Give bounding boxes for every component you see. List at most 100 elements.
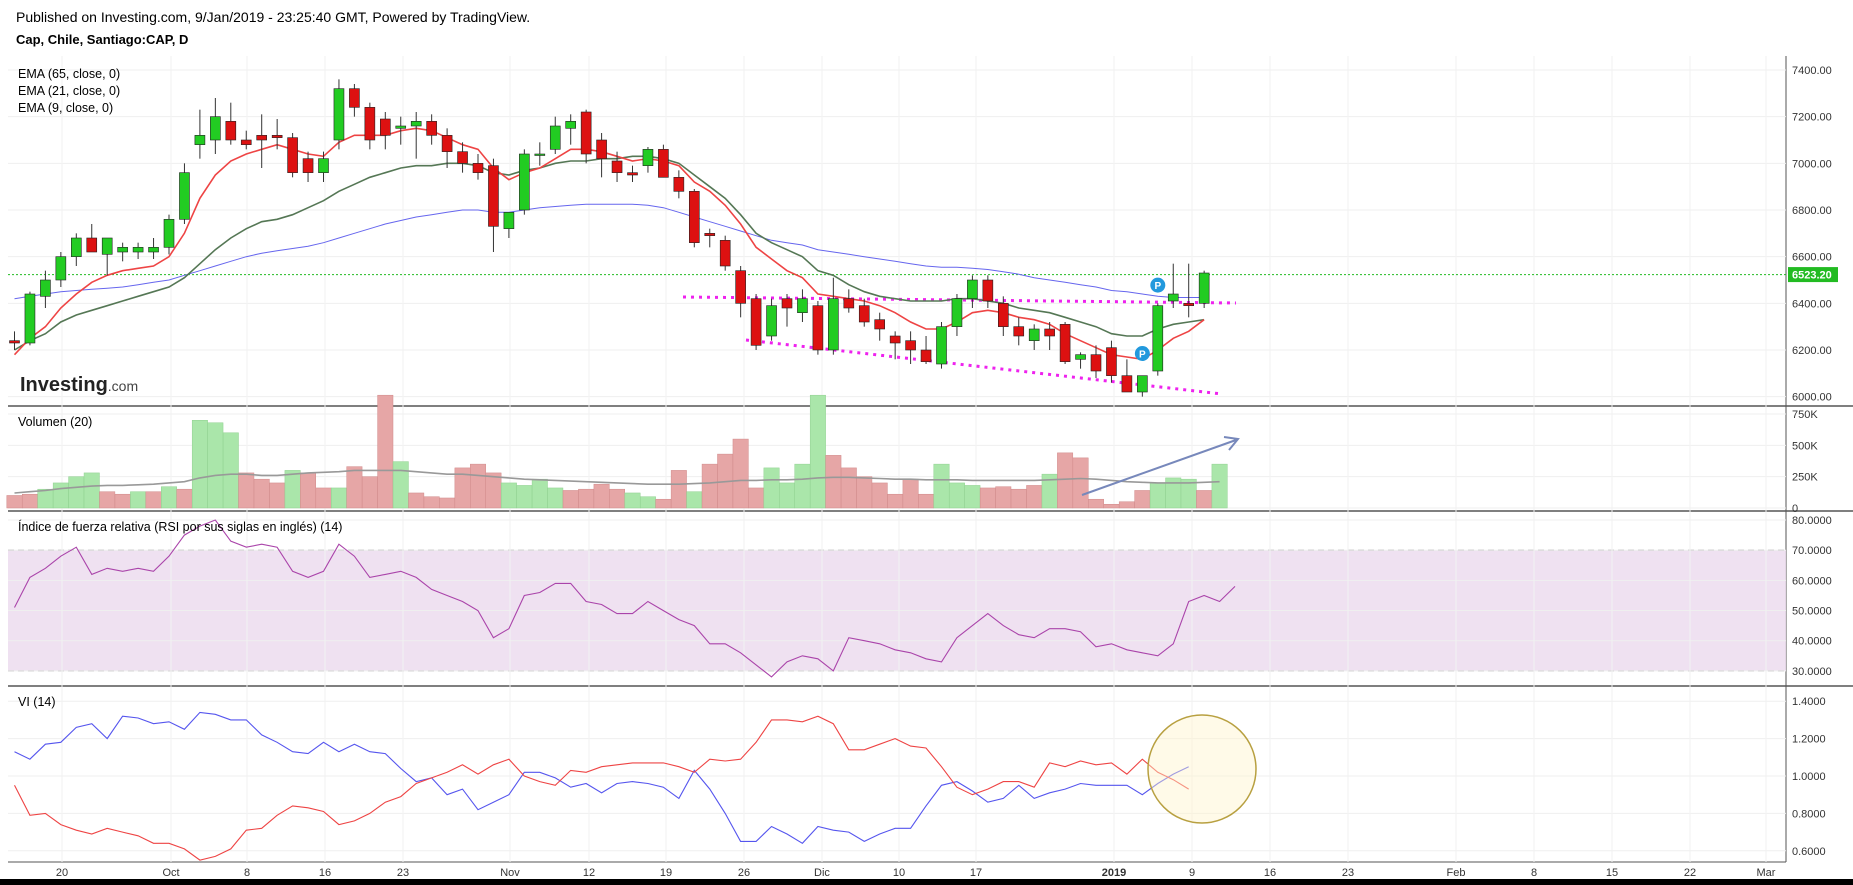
chart-canvas[interactable]: 7400.00 7200.00 7000.00 6800.00 6600.00 6400.… xyxy=(0,0,1853,879)
candle-body xyxy=(302,158,314,173)
candle xyxy=(719,235,731,271)
x-tick-6: 12 xyxy=(583,867,595,879)
rsi-tick-4: 40.0000 xyxy=(1792,636,1832,648)
candle-body xyxy=(688,191,700,243)
candle xyxy=(117,242,128,262)
candle xyxy=(40,270,51,308)
volume-bar xyxy=(531,478,548,509)
volume-bar xyxy=(871,482,888,509)
candle-body xyxy=(441,135,453,152)
candle-body xyxy=(843,298,855,309)
candle-body xyxy=(549,125,561,150)
volume-bar xyxy=(1103,503,1120,509)
vi-tick-0: 1.4000 xyxy=(1792,696,1826,708)
rsi-tick-5: 30.0000 xyxy=(1792,666,1832,678)
candle-body xyxy=(395,125,407,129)
volume-bar xyxy=(825,455,842,509)
volume-bar xyxy=(655,498,672,509)
candle xyxy=(1075,352,1086,369)
candle xyxy=(86,224,98,253)
x-tick-0: 20 xyxy=(56,867,68,879)
candle-body xyxy=(132,247,144,253)
candle-body xyxy=(627,172,638,176)
candle-body xyxy=(658,149,669,178)
volume-bar xyxy=(423,496,440,509)
p-marker: P xyxy=(1150,277,1166,293)
logo-brand: Investing xyxy=(20,374,108,396)
candle xyxy=(797,289,808,322)
x-tick-2: 8 xyxy=(244,867,250,879)
volume-bar xyxy=(964,485,981,509)
ema65-series xyxy=(14,203,1205,300)
volume-bar xyxy=(1010,488,1027,509)
candle-body xyxy=(797,298,808,313)
candle-body xyxy=(240,139,252,145)
volume-bar xyxy=(68,476,85,509)
candle-body xyxy=(534,153,546,156)
candle-body xyxy=(1198,272,1210,304)
candle-body xyxy=(1152,305,1164,372)
volume-bar xyxy=(331,487,347,509)
volume-bar xyxy=(439,497,456,509)
candle xyxy=(179,163,190,224)
vi-minus-line xyxy=(14,715,1189,861)
candle-body xyxy=(905,340,916,351)
candle-body xyxy=(982,279,994,302)
volume-bar xyxy=(99,491,116,509)
ema65-line xyxy=(14,203,1205,300)
price-tick-0: 7400.00 xyxy=(1792,65,1832,77)
volume-bar xyxy=(670,470,687,509)
candle-body xyxy=(148,247,159,253)
x-tick-9: Dic xyxy=(814,867,830,879)
candle xyxy=(240,130,252,150)
candle-body xyxy=(379,118,391,136)
candle-body xyxy=(997,303,1009,327)
candle-body xyxy=(24,293,36,344)
volume-tick-1: 500K xyxy=(1792,440,1818,452)
candle-body xyxy=(86,237,98,253)
candle xyxy=(611,151,623,182)
candle xyxy=(519,149,530,215)
candle xyxy=(658,144,669,178)
x-tick-17: 8 xyxy=(1531,867,1537,879)
volume-bar xyxy=(779,482,795,509)
x-tick-15: 23 xyxy=(1342,867,1354,879)
rsi-tick-0: 80.0000 xyxy=(1792,515,1832,527)
x-tick-20: Mar xyxy=(1757,867,1776,879)
vi-circle-annotation[interactable] xyxy=(1147,714,1257,824)
logo-suffix: .com xyxy=(108,378,138,394)
candle-body xyxy=(828,298,839,351)
vi-tick-3: 0.8000 xyxy=(1792,808,1826,820)
candle xyxy=(349,84,360,117)
x-tick-3: 16 xyxy=(319,867,331,879)
candle xyxy=(874,312,886,341)
price-tick-5: 6400.00 xyxy=(1792,298,1832,310)
candle-body xyxy=(812,305,824,351)
candle xyxy=(1167,263,1179,308)
x-tick-13: 9 xyxy=(1189,867,1195,879)
candle xyxy=(750,294,762,350)
volume-bar xyxy=(902,478,919,509)
candle-body xyxy=(611,160,623,173)
x-tick-18: 15 xyxy=(1606,867,1618,879)
volume-bar xyxy=(269,482,286,509)
price-tick-4: 6600.00 xyxy=(1792,252,1832,264)
rsi-tick-1: 70.0000 xyxy=(1792,545,1832,557)
volume-tick-3: 0 xyxy=(1792,503,1798,515)
rsi-tick-2: 60.0000 xyxy=(1792,575,1832,587)
volume-bar xyxy=(52,482,69,509)
investing-logo: Investing.com xyxy=(20,374,138,396)
price-tick-3: 6800.00 xyxy=(1792,205,1832,217)
p-marker-label: P xyxy=(1139,350,1146,361)
x-tick-1: Oct xyxy=(162,867,179,879)
vi-tick-2: 1.0000 xyxy=(1792,771,1826,783)
volume-bar xyxy=(732,438,749,509)
candle-body xyxy=(580,111,592,155)
candle xyxy=(1106,340,1117,383)
candle-body xyxy=(889,335,901,344)
vi-minus-series xyxy=(14,715,1189,861)
candle xyxy=(379,112,391,150)
volume-bar xyxy=(284,470,301,509)
ema65-legend: EMA (65, close, 0) xyxy=(18,67,120,81)
candle-body xyxy=(179,172,190,220)
